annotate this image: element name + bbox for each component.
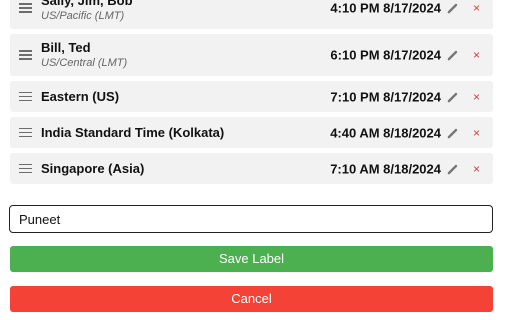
clock-time: 7:10 AM 8/18/2024 <box>330 161 441 176</box>
clock-row-sally-jim-bob[interactable]: Sally, Jim, Bob US/Pacific (LMT) 4:10 PM… <box>10 0 493 29</box>
drag-handle-icon[interactable] <box>19 50 32 60</box>
pencil-icon[interactable] <box>446 1 460 15</box>
clock-name: Sally, Jim, Bob <box>41 0 133 8</box>
pencil-icon[interactable] <box>446 126 460 140</box>
clock-time: 6:10 PM 8/17/2024 <box>330 47 441 63</box>
clock-label-group: Eastern (US) <box>41 89 119 105</box>
clock-time: 4:40 AM 8/18/2024 <box>330 125 441 140</box>
close-icon[interactable]: × <box>473 91 480 103</box>
drag-handle-icon[interactable] <box>19 3 32 13</box>
label-input[interactable] <box>9 205 493 233</box>
clock-label-app: Sally, Jim, Bob US/Pacific (LMT) 4:10 PM… <box>0 0 512 320</box>
clock-time: 4:10 PM 8/17/2024 <box>330 0 441 16</box>
clock-name: Singapore (Asia) <box>41 160 145 176</box>
clock-label-group: Bill, Ted US/Central (LMT) <box>41 40 127 70</box>
clock-time: 7:10 PM 8/17/2024 <box>330 89 441 104</box>
clock-name: Eastern (US) <box>41 88 120 104</box>
clock-timezone: US/Central (LMT) <box>41 57 128 69</box>
clock-list: Sally, Jim, Bob US/Pacific (LMT) 4:10 PM… <box>10 0 493 189</box>
pencil-icon[interactable] <box>446 48 460 62</box>
clock-name: Bill, Ted <box>41 40 91 55</box>
drag-handle-icon[interactable] <box>19 163 32 174</box>
drag-handle-icon[interactable] <box>19 91 32 102</box>
clock-row-bill-ted[interactable]: Bill, Ted US/Central (LMT) 6:10 PM 8/17/… <box>10 34 493 76</box>
clock-label-group: Sally, Jim, Bob US/Pacific (LMT) <box>41 0 133 23</box>
clock-label-group: Singapore (Asia) <box>41 161 144 177</box>
close-icon[interactable]: × <box>473 163 480 175</box>
pencil-icon[interactable] <box>446 162 460 176</box>
cancel-button[interactable]: Cancel <box>10 286 493 312</box>
close-icon[interactable]: × <box>473 2 480 14</box>
save-label-button[interactable]: Save Label <box>10 246 493 272</box>
drag-handle-icon[interactable] <box>19 127 32 138</box>
close-icon[interactable]: × <box>473 49 480 61</box>
clock-row-singapore[interactable]: Singapore (Asia) 7:10 AM 8/18/2024 × <box>10 153 493 184</box>
clock-label-group: India Standard Time (Kolkata) <box>41 125 224 141</box>
clock-row-eastern-us[interactable]: Eastern (US) 7:10 PM 8/17/2024 × <box>10 81 493 112</box>
clock-timezone: US/Pacific (LMT) <box>41 10 125 22</box>
clock-row-india[interactable]: India Standard Time (Kolkata) 4:40 AM 8/… <box>10 117 493 148</box>
close-icon[interactable]: × <box>473 127 480 139</box>
clock-name: India Standard Time (Kolkata) <box>41 124 225 140</box>
pencil-icon[interactable] <box>446 90 460 104</box>
